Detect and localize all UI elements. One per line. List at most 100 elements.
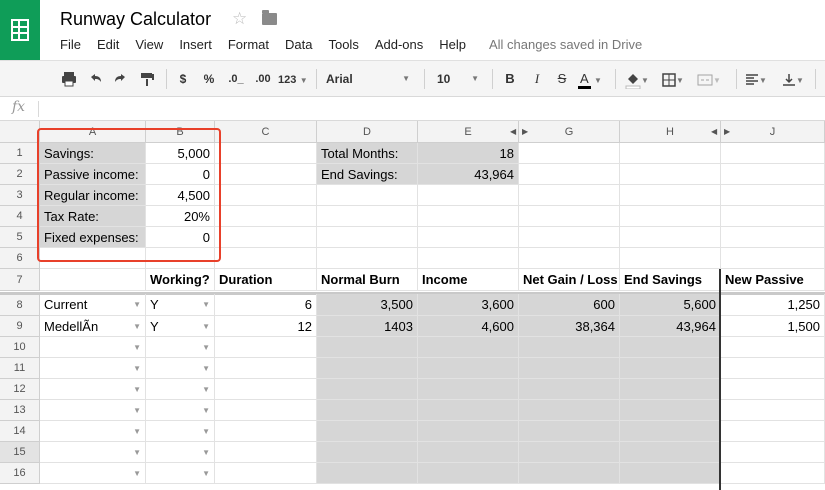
cell-h1[interactable] xyxy=(620,143,721,164)
dropdown-arrow-icon[interactable]: ▼ xyxy=(202,400,210,420)
dropdown-arrow-icon[interactable]: ▼ xyxy=(133,400,141,420)
cell-c4[interactable] xyxy=(215,206,317,227)
cell-b12[interactable]: ▼ xyxy=(146,379,215,400)
document-title[interactable]: Runway Calculator xyxy=(60,9,211,30)
paint-format-icon[interactable] xyxy=(138,69,156,89)
cell-h13[interactable] xyxy=(620,400,721,421)
cell-j2[interactable] xyxy=(721,164,825,185)
cell-d1[interactable]: Total Months: xyxy=(317,143,418,164)
cell-a7[interactable] xyxy=(40,269,146,291)
dropdown-arrow-icon[interactable]: ▼ xyxy=(133,442,141,462)
cell-h10[interactable] xyxy=(620,337,721,358)
menu-file[interactable]: File xyxy=(52,37,89,55)
cell-j13[interactable] xyxy=(721,400,825,421)
cell-j5[interactable] xyxy=(721,227,825,248)
cell-c2[interactable] xyxy=(215,164,317,185)
menu-help[interactable]: Help xyxy=(431,37,474,55)
cell-h5[interactable] xyxy=(620,227,721,248)
cell-g5[interactable] xyxy=(519,227,620,248)
cell-c1[interactable] xyxy=(215,143,317,164)
cell-c11[interactable] xyxy=(215,358,317,379)
cell-j10[interactable] xyxy=(721,337,825,358)
cell-e9[interactable]: 4,600 xyxy=(418,316,519,337)
column-header-j[interactable]: J xyxy=(721,121,825,143)
cell-g1[interactable] xyxy=(519,143,620,164)
increase-decimal-button[interactable]: .00 xyxy=(252,69,274,89)
row-header-15[interactable]: 15 xyxy=(0,442,40,463)
cell-e12[interactable] xyxy=(418,379,519,400)
column-header-c[interactable]: C xyxy=(215,121,317,143)
sheets-logo-icon[interactable] xyxy=(0,0,40,60)
cell-j11[interactable] xyxy=(721,358,825,379)
row-header-5[interactable]: 5 xyxy=(0,227,40,248)
cell-g8[interactable]: 600 xyxy=(519,294,620,316)
menu-view[interactable]: View xyxy=(127,37,171,55)
cell-g16[interactable] xyxy=(519,463,620,484)
currency-format-button[interactable]: $ xyxy=(176,69,190,89)
cell-h11[interactable] xyxy=(620,358,721,379)
cell-d12[interactable] xyxy=(317,379,418,400)
cell-g3[interactable] xyxy=(519,185,620,206)
cell-h12[interactable] xyxy=(620,379,721,400)
cell-c6[interactable] xyxy=(215,248,317,269)
column-header-h[interactable]: H xyxy=(620,121,721,143)
print-icon[interactable] xyxy=(60,69,78,89)
dropdown-arrow-icon[interactable]: ▼ xyxy=(133,294,141,315)
column-header-e[interactable]: E xyxy=(418,121,519,143)
row-header-6[interactable]: 6 xyxy=(0,248,40,269)
cell-c5[interactable] xyxy=(215,227,317,248)
cell-b9[interactable]: Y ▼ xyxy=(146,316,215,337)
cell-j4[interactable] xyxy=(721,206,825,227)
cell-a10[interactable]: ▼ xyxy=(40,337,146,358)
cell-e1[interactable]: 18 xyxy=(418,143,519,164)
cell-e15[interactable] xyxy=(418,442,519,463)
cell-e16[interactable] xyxy=(418,463,519,484)
decrease-decimal-button[interactable]: .0_ xyxy=(226,69,246,89)
cell-d2[interactable]: End Savings: xyxy=(317,164,418,185)
cell-b13[interactable]: ▼ xyxy=(146,400,215,421)
star-icon[interactable]: ☆ xyxy=(232,9,247,29)
dropdown-arrow-icon[interactable]: ▼ xyxy=(133,316,141,336)
cell-c7[interactable]: Duration xyxy=(215,269,317,291)
cell-d13[interactable] xyxy=(317,400,418,421)
italic-button[interactable]: I xyxy=(530,69,544,89)
redo-icon[interactable] xyxy=(112,69,130,89)
cell-e4[interactable] xyxy=(418,206,519,227)
row-header-10[interactable]: 10 xyxy=(0,337,40,358)
row-header-11[interactable]: 11 xyxy=(0,358,40,379)
cell-d7[interactable]: Normal Burn xyxy=(317,269,418,291)
dropdown-arrow-icon[interactable]: ▼ xyxy=(202,463,210,483)
cell-h14[interactable] xyxy=(620,421,721,442)
cell-c15[interactable] xyxy=(215,442,317,463)
cell-d9[interactable]: 1403 xyxy=(317,316,418,337)
cell-j9[interactable]: 1,500 xyxy=(721,316,825,337)
unhide-column-f-right-icon[interactable]: ▶ xyxy=(522,127,528,136)
cell-g9[interactable]: 38,364 xyxy=(519,316,620,337)
unhide-column-f-left-icon[interactable]: ◀ xyxy=(510,127,516,136)
cell-h4[interactable] xyxy=(620,206,721,227)
cell-a14[interactable]: ▼ xyxy=(40,421,146,442)
cell-b11[interactable]: ▼ xyxy=(146,358,215,379)
dropdown-arrow-icon[interactable]: ▼ xyxy=(202,294,210,315)
cell-a11[interactable]: ▼ xyxy=(40,358,146,379)
row-header-7[interactable]: 7 xyxy=(0,269,40,291)
cell-c3[interactable] xyxy=(215,185,317,206)
font-family-dropdown[interactable]: Arial ▼ xyxy=(326,69,410,89)
cell-h3[interactable] xyxy=(620,185,721,206)
cell-d3[interactable] xyxy=(317,185,418,206)
strikethrough-button[interactable]: S xyxy=(555,69,569,89)
cell-h15[interactable] xyxy=(620,442,721,463)
unhide-column-i-right-icon[interactable]: ▶ xyxy=(724,127,730,136)
row-header-8[interactable]: 8 xyxy=(0,294,40,316)
cell-a16[interactable]: ▼ xyxy=(40,463,146,484)
cell-a15[interactable]: ▼ xyxy=(40,442,146,463)
dropdown-arrow-icon[interactable]: ▼ xyxy=(202,337,210,357)
cell-d10[interactable] xyxy=(317,337,418,358)
dropdown-arrow-icon[interactable]: ▼ xyxy=(133,337,141,357)
cell-j14[interactable] xyxy=(721,421,825,442)
cell-j12[interactable] xyxy=(721,379,825,400)
cell-d5[interactable] xyxy=(317,227,418,248)
cell-c14[interactable] xyxy=(215,421,317,442)
cell-d16[interactable] xyxy=(317,463,418,484)
row-header-16[interactable]: 16 xyxy=(0,463,40,484)
